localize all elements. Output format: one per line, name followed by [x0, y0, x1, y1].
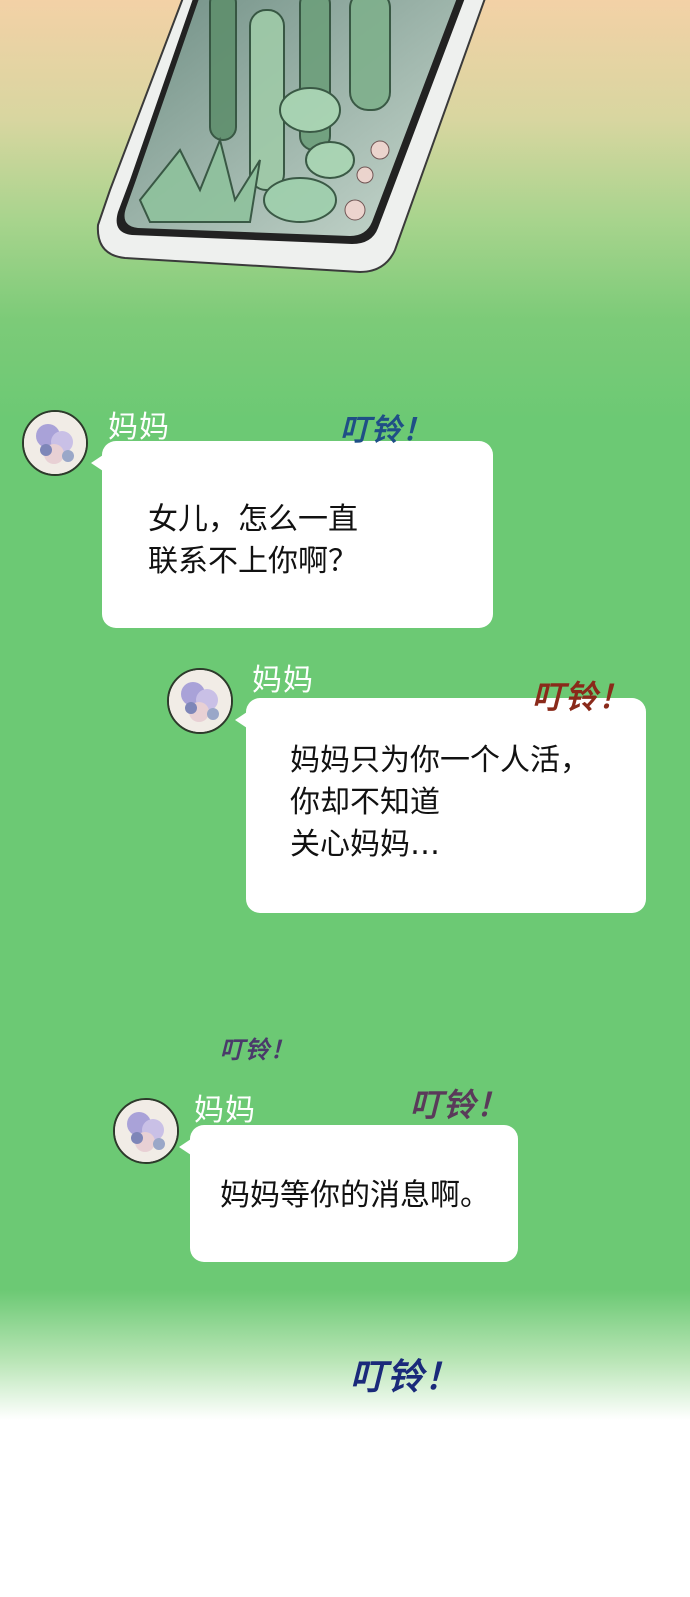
sound-effect: 叮铃！: [350, 1356, 462, 1398]
message-line: 妈妈只为你一个人活，: [290, 743, 590, 778]
message-line: 女儿，怎么一直: [148, 502, 358, 537]
message-line: 关心妈妈…: [290, 827, 440, 862]
message-line: 你却不知道: [290, 785, 440, 820]
sound-effect: 叮铃！: [410, 1086, 510, 1124]
avatar[interactable]: [167, 668, 233, 734]
flower-bouquet-avatar-icon: [115, 1100, 177, 1162]
avatar[interactable]: [22, 410, 88, 476]
message-bubble[interactable]: 妈妈等你的消息啊。: [179, 1125, 518, 1262]
sound-effect: 叮铃！: [220, 1035, 295, 1064]
smartphone-icon: [96, 0, 486, 274]
message-line: 联系不上你啊？: [148, 544, 358, 579]
message-bubble[interactable]: 妈妈只为你一个人活， 你却不知道 关心妈妈…: [235, 698, 646, 913]
message-line: 妈妈等你的消息啊。: [220, 1178, 490, 1213]
flower-bouquet-avatar-icon: [24, 412, 86, 474]
avatar[interactable]: [113, 1098, 179, 1164]
sender-name: 妈妈: [194, 1093, 256, 1128]
sender-name: 妈妈: [252, 663, 314, 698]
sound-effect: 叮铃！: [532, 678, 632, 716]
flower-bouquet-avatar-icon: [169, 670, 231, 732]
sound-effect: 叮铃！: [340, 413, 433, 448]
smartphone-illustration: [96, 0, 486, 274]
sender-name: 妈妈: [108, 410, 170, 445]
message-bubble[interactable]: 女儿，怎么一直 联系不上你啊？: [91, 441, 493, 628]
